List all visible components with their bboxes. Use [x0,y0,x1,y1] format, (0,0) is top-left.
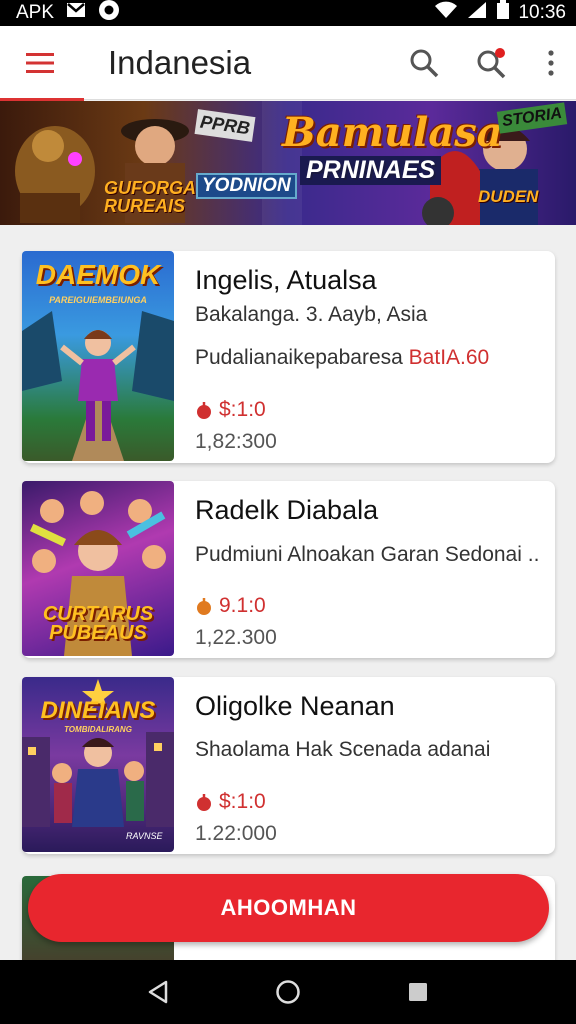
more-options-button[interactable] [526,26,576,100]
signal-icon [466,1,488,25]
banner-caption-mid: YODNION [196,173,297,199]
more-vert-icon [548,49,554,76]
notification-search-button[interactable] [458,26,526,100]
app-price: $:1:0 [195,398,266,422]
app-notification-icon [98,0,120,27]
search-notification-icon [477,47,506,78]
banner-title: Bamulasa [282,109,503,156]
app-description: Pudmiuni Alnoakan Garan Sedonai .. [195,543,540,566]
price-value: $:1:0 [219,398,266,421]
banner-caption-right: DUDEN [478,187,539,206]
app-name: Radelk Diabala [195,495,379,525]
home-icon [276,980,300,1004]
search-button[interactable] [390,26,458,100]
app-price: 9.1:0 [195,594,266,618]
price-tag-icon [197,402,211,419]
app-card[interactable]: DINEIANS TOMBIDALIRANG RAVNSE Oligolke N… [22,677,555,854]
app-card[interactable]: DAEMOK PAREIGUIEMBEIUNGA Ingelis, Atuals… [22,251,555,463]
price-value: 9.1:0 [219,594,266,617]
thumbnail-title: DAEMOK [35,259,161,290]
price-tag-icon [197,794,211,811]
search-icon [410,49,439,77]
app-thumbnail[interactable]: DAEMOK PAREIGUIEMBEIUNGA [22,251,174,461]
back-button[interactable] [118,960,198,1024]
menu-button[interactable] [0,26,80,100]
app-downloads: 1.22:000 [195,822,277,845]
recents-button[interactable] [378,960,458,1024]
primary-action-button[interactable]: AHOOMHAN [28,874,549,942]
extra-highlight: BatIA.60 [408,346,490,369]
status-time: 10:36 [518,2,566,23]
thumbnail-label: RAVNSE [126,831,163,841]
extra-text: Pudalianaikepabaresa [195,346,409,369]
app-name: Ingelis, Atualsa [195,265,377,295]
recents-icon [409,983,427,1001]
app-thumbnail[interactable]: CURTARUS PUBEAUS [22,481,174,656]
back-icon [148,980,168,1004]
app-description: Shaolama Hak Scenada adanai [195,738,491,761]
app-downloads: 1,22.300 [195,626,277,649]
price-tag-icon [197,598,211,615]
menu-icon [26,52,54,73]
app-downloads: 1,82:300 [195,430,277,453]
thumbnail-title: DINEIANS [40,697,156,724]
price-value: $:1:0 [219,790,266,813]
home-button[interactable] [248,960,328,1024]
app-thumbnail[interactable]: DINEIANS TOMBIDALIRANG RAVNSE [22,677,174,852]
app-extra-info: Pudalianaikepabaresa BatIA.60 [195,346,489,370]
status-bar: APK 10:36 [0,0,576,26]
system-nav-bar [0,960,576,1024]
app-description: Bakalanga. 3. Aayb, Asia [195,303,428,326]
banner-subtitle: PRNINAES [300,156,442,185]
promo-banner[interactable]: Bamulasa PRNINAES GUFORGAS RUREAIS YODNI… [0,101,576,225]
banner-caption-left: GUFORGAS RUREAIS [104,178,209,216]
gmail-icon [66,1,86,25]
app-price: $:1:0 [195,790,266,814]
status-left-text: APK [16,2,55,23]
thumbnail-subtitle: PAREIGUIEMBEIUNGA [49,295,147,305]
app-name: Oligolke Neanan [195,691,395,721]
battery-icon [496,0,510,26]
thumbnail-title: CURTARUS PUBEAUS [42,603,154,644]
app-card[interactable]: CURTARUS PUBEAUS Radelk Diabala Pudmiuni… [22,481,555,658]
page-title: Indanesia [108,43,252,81]
app-bar: Indanesia [0,26,576,100]
wifi-icon [434,1,458,25]
thumbnail-subtitle: TOMBIDALIRANG [64,725,132,734]
